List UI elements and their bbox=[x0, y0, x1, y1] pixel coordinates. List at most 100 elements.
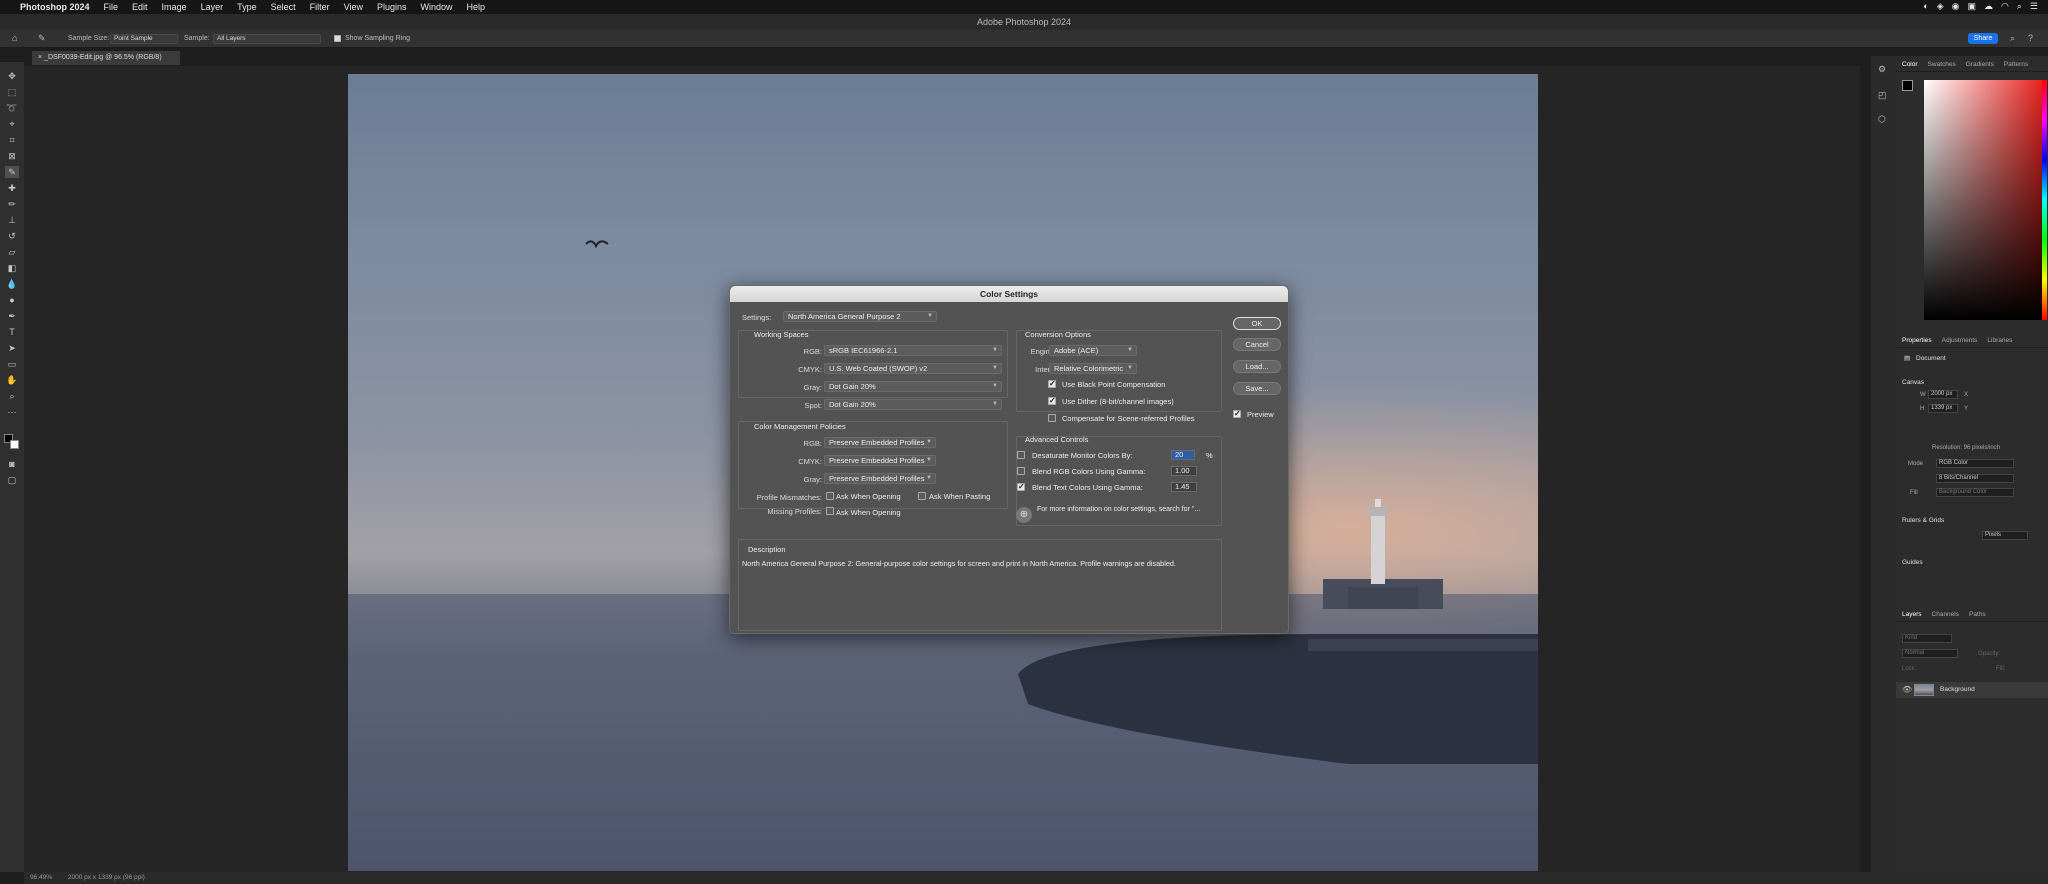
tab-swatches[interactable]: Swatches bbox=[1928, 58, 1956, 71]
history-brush-icon[interactable]: ↺ bbox=[5, 230, 19, 242]
screen-mode-icon[interactable]: ▢ bbox=[5, 474, 19, 486]
blur-tool-icon[interactable]: 💧 bbox=[5, 278, 19, 290]
eyedropper-tool-icon[interactable]: ✎ bbox=[38, 33, 46, 44]
globe-icon[interactable]: ⊕ bbox=[1016, 507, 1032, 523]
tab-libraries[interactable]: Libraries bbox=[1987, 334, 2012, 347]
quick-mask-icon[interactable]: ◙ bbox=[5, 458, 19, 470]
menu-view[interactable]: View bbox=[344, 2, 363, 12]
cancel-button[interactable]: Cancel bbox=[1233, 338, 1281, 351]
gradient-tool-icon[interactable]: ◧ bbox=[5, 262, 19, 274]
policy-gray-select[interactable]: Preserve Embedded Profiles ▼ bbox=[824, 473, 936, 484]
rgb-working-space-select[interactable]: sRGB IEC61966-2.1 ▼ bbox=[824, 345, 1002, 356]
close-icon[interactable]: × bbox=[38, 54, 42, 61]
color-picker-field[interactable] bbox=[1924, 80, 2042, 320]
dodge-tool-icon[interactable]: ● bbox=[5, 294, 19, 306]
search-icon[interactable]: ⌕ bbox=[2017, 1, 2022, 12]
wifi-icon[interactable]: ◠ bbox=[2001, 1, 2009, 12]
eyedropper-tool-icon[interactable]: ✎ bbox=[5, 166, 19, 178]
engine-select[interactable]: Adobe (ACE) ▼ bbox=[1049, 345, 1137, 356]
mode-select[interactable]: RGB Color bbox=[1936, 459, 2014, 468]
tray-icon[interactable]: ◐ bbox=[1923, 1, 1928, 12]
menu-layer[interactable]: Layer bbox=[201, 2, 224, 12]
foreground-color-swatch[interactable] bbox=[1902, 80, 1913, 91]
ok-button[interactable]: OK bbox=[1233, 317, 1281, 330]
marquee-tool-icon[interactable]: ⬚ bbox=[5, 86, 19, 98]
info-link[interactable]: For more information on color settings, … bbox=[1037, 506, 1200, 513]
document-info[interactable]: 2000 px x 1339 px (96 ppi) bbox=[68, 874, 145, 881]
tab-patterns[interactable]: Patterns bbox=[2004, 58, 2028, 71]
hand-tool-icon[interactable]: ✋ bbox=[5, 374, 19, 386]
rulers-grids-section[interactable]: Rulers & Grids bbox=[1902, 517, 1944, 524]
tray-icon[interactable]: ◈ bbox=[1937, 1, 1944, 12]
menu-help[interactable]: Help bbox=[467, 2, 486, 12]
intent-select[interactable]: Relative Colorimetric ▼ bbox=[1049, 363, 1137, 374]
object-select-tool-icon[interactable]: ⌖ bbox=[5, 118, 19, 130]
load-button[interactable]: Load... bbox=[1233, 360, 1281, 373]
lasso-tool-icon[interactable]: ➰ bbox=[5, 102, 19, 114]
tab-gradients[interactable]: Gradients bbox=[1966, 58, 1994, 71]
more-tools-icon[interactable]: ⋯ bbox=[5, 406, 19, 418]
menu-type[interactable]: Type bbox=[237, 2, 257, 12]
blend-text-checkbox[interactable] bbox=[1017, 482, 1025, 491]
zoom-tool-icon[interactable]: ⌕ bbox=[5, 390, 19, 402]
tray-icon[interactable]: ☁ bbox=[1984, 1, 1993, 12]
menu-plugins[interactable]: Plugins bbox=[377, 2, 407, 12]
menu-app[interactable]: Photoshop 2024 bbox=[20, 2, 90, 12]
desaturate-checkbox[interactable] bbox=[1017, 451, 1025, 459]
zoom-level[interactable]: 96.49% bbox=[30, 874, 52, 881]
menu-select[interactable]: Select bbox=[271, 2, 296, 12]
layer-row[interactable]: 👁 Background bbox=[1896, 682, 2048, 698]
policy-rgb-select[interactable]: Preserve Embedded Profiles ▼ bbox=[824, 437, 936, 448]
type-tool-icon[interactable]: T bbox=[5, 326, 19, 338]
search-icon[interactable]: ⌕ bbox=[2010, 33, 2015, 44]
tab-paths[interactable]: Paths bbox=[1969, 608, 1986, 621]
path-select-tool-icon[interactable]: ➤ bbox=[5, 342, 19, 354]
tab-adjustments[interactable]: Adjustments bbox=[1942, 334, 1978, 347]
panel-icon[interactable]: ⚙ bbox=[1878, 64, 1886, 75]
mismatch-ask-pasting-checkbox[interactable] bbox=[918, 492, 926, 500]
tray-icon[interactable]: ▣ bbox=[1968, 1, 1977, 12]
tab-channels[interactable]: Channels bbox=[1932, 608, 1959, 621]
control-center-icon[interactable]: ☰ bbox=[2030, 1, 2038, 12]
tab-color[interactable]: Color bbox=[1902, 58, 1918, 71]
fill-select[interactable]: Background Color bbox=[1936, 488, 2014, 497]
healing-tool-icon[interactable]: ✚ bbox=[5, 182, 19, 194]
settings-select[interactable]: North America General Purpose 2 ▼ bbox=[783, 311, 937, 322]
blend-text-input[interactable]: 1.45 bbox=[1171, 482, 1197, 492]
home-icon[interactable]: ⌂ bbox=[12, 33, 17, 43]
sample-select[interactable]: All Layers bbox=[213, 34, 321, 44]
menu-filter[interactable]: Filter bbox=[310, 2, 330, 12]
gray-working-space-select[interactable]: Dot Gain 20% ▼ bbox=[824, 381, 1002, 392]
brush-tool-icon[interactable]: ✏ bbox=[5, 198, 19, 210]
black-point-checkbox[interactable] bbox=[1048, 379, 1056, 388]
menu-image[interactable]: Image bbox=[162, 2, 187, 12]
layer-kind-filter[interactable]: Kind bbox=[1902, 634, 1952, 643]
canvas-section[interactable]: Canvas bbox=[1902, 379, 1924, 386]
width-field[interactable]: 2000 px bbox=[1928, 390, 1958, 399]
blend-rgb-checkbox[interactable] bbox=[1017, 467, 1025, 475]
tab-properties[interactable]: Properties bbox=[1902, 334, 1932, 347]
tray-icon[interactable]: ◉ bbox=[1952, 1, 1960, 12]
height-field[interactable]: 1339 px bbox=[1928, 404, 1958, 413]
frame-tool-icon[interactable]: ⊠ bbox=[5, 150, 19, 162]
document-tab[interactable]: × _DSF0039-Edit.jpg @ 96.5% (RGB/8) bbox=[32, 51, 180, 65]
background-color-swatch[interactable] bbox=[10, 440, 19, 449]
menu-file[interactable]: File bbox=[104, 2, 119, 12]
eye-icon[interactable]: 👁 bbox=[1902, 685, 1912, 694]
blend-mode-select[interactable]: Normal bbox=[1902, 649, 1958, 658]
missing-ask-opening-checkbox[interactable] bbox=[826, 507, 834, 515]
spot-working-space-select[interactable]: Dot Gain 20% ▼ bbox=[824, 399, 1002, 410]
units-select[interactable]: Pixels bbox=[1982, 531, 2028, 540]
menu-edit[interactable]: Edit bbox=[132, 2, 148, 12]
shape-tool-icon[interactable]: ▭ bbox=[5, 358, 19, 370]
share-button[interactable]: Share bbox=[1968, 33, 1998, 44]
panel-icon[interactable]: ⬡ bbox=[1878, 114, 1886, 125]
help-icon[interactable]: ? bbox=[2028, 33, 2033, 43]
tab-layers[interactable]: Layers bbox=[1902, 608, 1922, 621]
eraser-tool-icon[interactable]: ▱ bbox=[5, 246, 19, 258]
guides-section[interactable]: Guides bbox=[1902, 559, 1923, 566]
policy-cmyk-select[interactable]: Preserve Embedded Profiles ▼ bbox=[824, 455, 936, 466]
dither-checkbox[interactable] bbox=[1048, 396, 1056, 405]
show-ring-checkbox[interactable] bbox=[334, 35, 341, 42]
sample-size-select[interactable]: Point Sample bbox=[110, 34, 178, 44]
